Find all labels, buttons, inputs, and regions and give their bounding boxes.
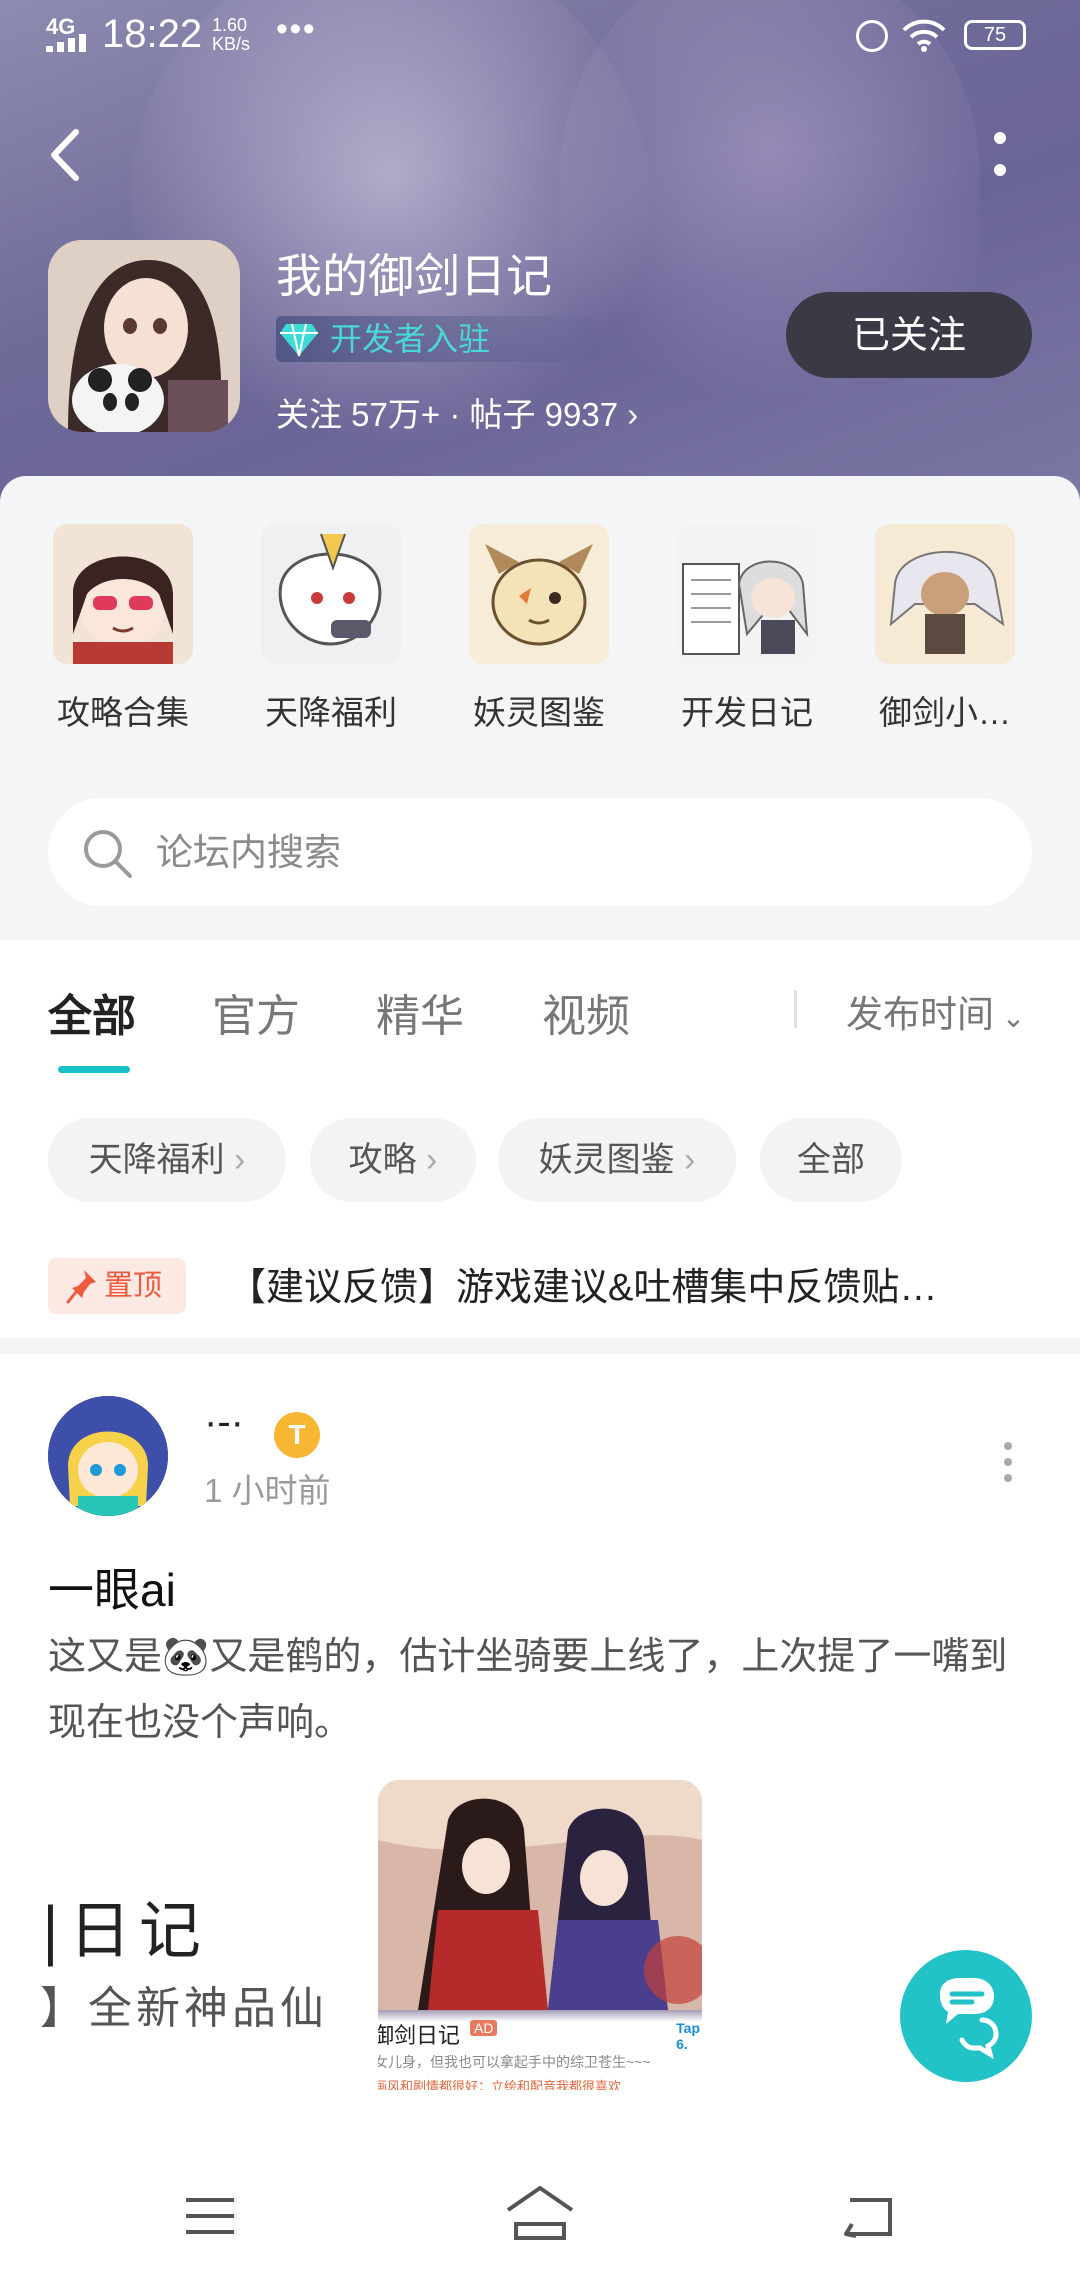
ad-badge: AD	[470, 2020, 498, 2036]
back-nav-icon[interactable]	[842, 2196, 894, 2238]
chip-label: 妖灵图鉴	[538, 1141, 675, 1179]
search-placeholder: 论坛内搜索	[156, 832, 341, 873]
yujian-sticker-icon	[875, 524, 1015, 664]
new-post-button[interactable]	[900, 1950, 1032, 2082]
post-time: 1 小时前	[204, 1472, 331, 1509]
chevron-right-icon: ›	[416, 1141, 438, 1179]
post-author[interactable]: ·-·	[204, 1400, 244, 1445]
active-tab-indicator	[58, 1066, 130, 1073]
speed-value: 1.60	[212, 15, 248, 35]
tab-official[interactable]: 官方	[212, 980, 300, 1044]
chip-welfare[interactable]: 天降福利 ›	[48, 1118, 286, 1202]
developer-badge[interactable]: 开发者入驻	[330, 318, 490, 360]
image-text-big: |日记	[40, 1894, 209, 1967]
category-label: 攻略合集	[57, 694, 189, 731]
dev-diary-sticker-icon	[677, 524, 817, 664]
clock: 18:22	[102, 12, 203, 56]
speed-unit: KB/s	[212, 34, 251, 54]
chip-strategy[interactable]: 攻略 ›	[310, 1118, 476, 1202]
tab-video[interactable]: 视频	[542, 980, 630, 1044]
chevron-right-icon: ›	[224, 1141, 246, 1179]
forum-stats[interactable]: 关注 57万+ · 帖子 9937 ›	[276, 388, 638, 436]
avatar[interactable]	[48, 1396, 168, 1516]
divider	[794, 990, 797, 1028]
tap-label: Tap 6.	[676, 2020, 700, 2052]
search-icon	[84, 830, 132, 878]
avatar-art	[48, 1396, 168, 1516]
welfare-sticker-icon	[261, 524, 401, 664]
battery-icon: 75	[964, 20, 1026, 50]
chip-all[interactable]: 全部	[760, 1118, 902, 1202]
status-bar: 4G 18:22 1.60 KB/s • • • 75	[0, 0, 1080, 70]
poster-title: 御剑日记	[378, 2024, 461, 2049]
wifi-icon	[902, 19, 946, 52]
more-options-button[interactable]	[980, 126, 1020, 186]
sort-dropdown[interactable]: 发布时间 ⌄	[846, 984, 1025, 1038]
category-welfare[interactable]: 天降福利	[256, 524, 406, 734]
category-label: 御剑小…	[879, 694, 1011, 731]
category-label: 天降福利	[265, 694, 397, 731]
strategy-sticker-icon	[53, 524, 193, 664]
diamond-icon	[280, 323, 318, 357]
game-app-icon	[48, 240, 240, 432]
home-icon[interactable]	[504, 2184, 576, 2242]
chip-spirit-atlas[interactable]: 妖灵图鉴 ›	[498, 1118, 736, 1202]
category-yujian[interactable]: 御剑小…	[870, 524, 1020, 734]
tab-featured[interactable]: 精华	[376, 980, 464, 1044]
sort-label: 发布时间	[846, 994, 994, 1035]
category-label: 妖灵图鉴	[473, 694, 605, 731]
post-more-icon[interactable]	[996, 1432, 1020, 1492]
post-image-main[interactable]: 御剑日记 AD Tap 6. 女儿身，但我也可以拿起手中的综卫苍生~~~ 画风和剧…	[378, 1780, 702, 2090]
tap-text: Tap	[676, 2020, 700, 2036]
back-button[interactable]	[40, 120, 96, 190]
pin-icon	[66, 1270, 96, 1304]
chip-label: 攻略	[348, 1141, 417, 1179]
category-spirit-atlas[interactable]: 妖灵图鉴	[464, 524, 614, 734]
category-dev-diary[interactable]: 开发日记	[672, 524, 822, 734]
divider	[0, 1338, 1080, 1354]
follow-button[interactable]: 已关注	[786, 292, 1032, 378]
poster-line: 女儿身，但我也可以拿起手中的综卫苍生~~~	[378, 2054, 651, 2070]
post-body[interactable]: 这又是🐼又是鹤的，估计坐骑要上线了，上次提了一嘴到现在也没个声响。	[48, 1624, 1038, 1756]
game-poster-art	[378, 1780, 702, 2010]
tap-value: 6.	[676, 2036, 688, 2052]
spirit-atlas-sticker-icon	[469, 524, 609, 664]
chevron-right-icon: ›	[618, 396, 639, 433]
category-label: 开发日记	[681, 694, 813, 731]
post-image-left[interactable]: |日记 】全新神品仙	[40, 1800, 380, 2080]
signal-icon	[46, 34, 88, 52]
level-badge: T	[274, 1412, 320, 1458]
poster-line: 画风和剧情都很好：立绘和配音我都很喜欢	[378, 2079, 622, 2090]
net-speed: 1.60 KB/s	[212, 16, 250, 54]
image-text-small: 】全新神品仙	[40, 1983, 328, 2034]
alarm-icon	[856, 20, 888, 52]
chat-icon	[940, 1978, 999, 2060]
pinned-label: 置顶	[104, 1270, 163, 1302]
notification-dots: • • •	[276, 10, 315, 48]
post-title[interactable]: 一眼ai	[48, 1554, 176, 1620]
chevron-right-icon: ›	[674, 1141, 696, 1179]
category-strategy[interactable]: 攻略合集	[48, 524, 198, 734]
menu-icon[interactable]	[184, 2196, 236, 2236]
chip-label: 天降福利	[88, 1141, 225, 1179]
forum-stats-text: 关注 57万+ · 帖子 9937	[276, 396, 619, 433]
tab-all[interactable]: 全部	[48, 980, 136, 1044]
chevron-down-icon: ⌄	[994, 1002, 1026, 1033]
pinned-post-title[interactable]: 【建议反馈】游戏建议&吐槽集中反馈贴…	[228, 1256, 937, 1311]
chip-label: 全部	[797, 1141, 865, 1179]
game-character-art	[48, 240, 240, 432]
forum-title: 我的御剑日记	[276, 250, 552, 302]
